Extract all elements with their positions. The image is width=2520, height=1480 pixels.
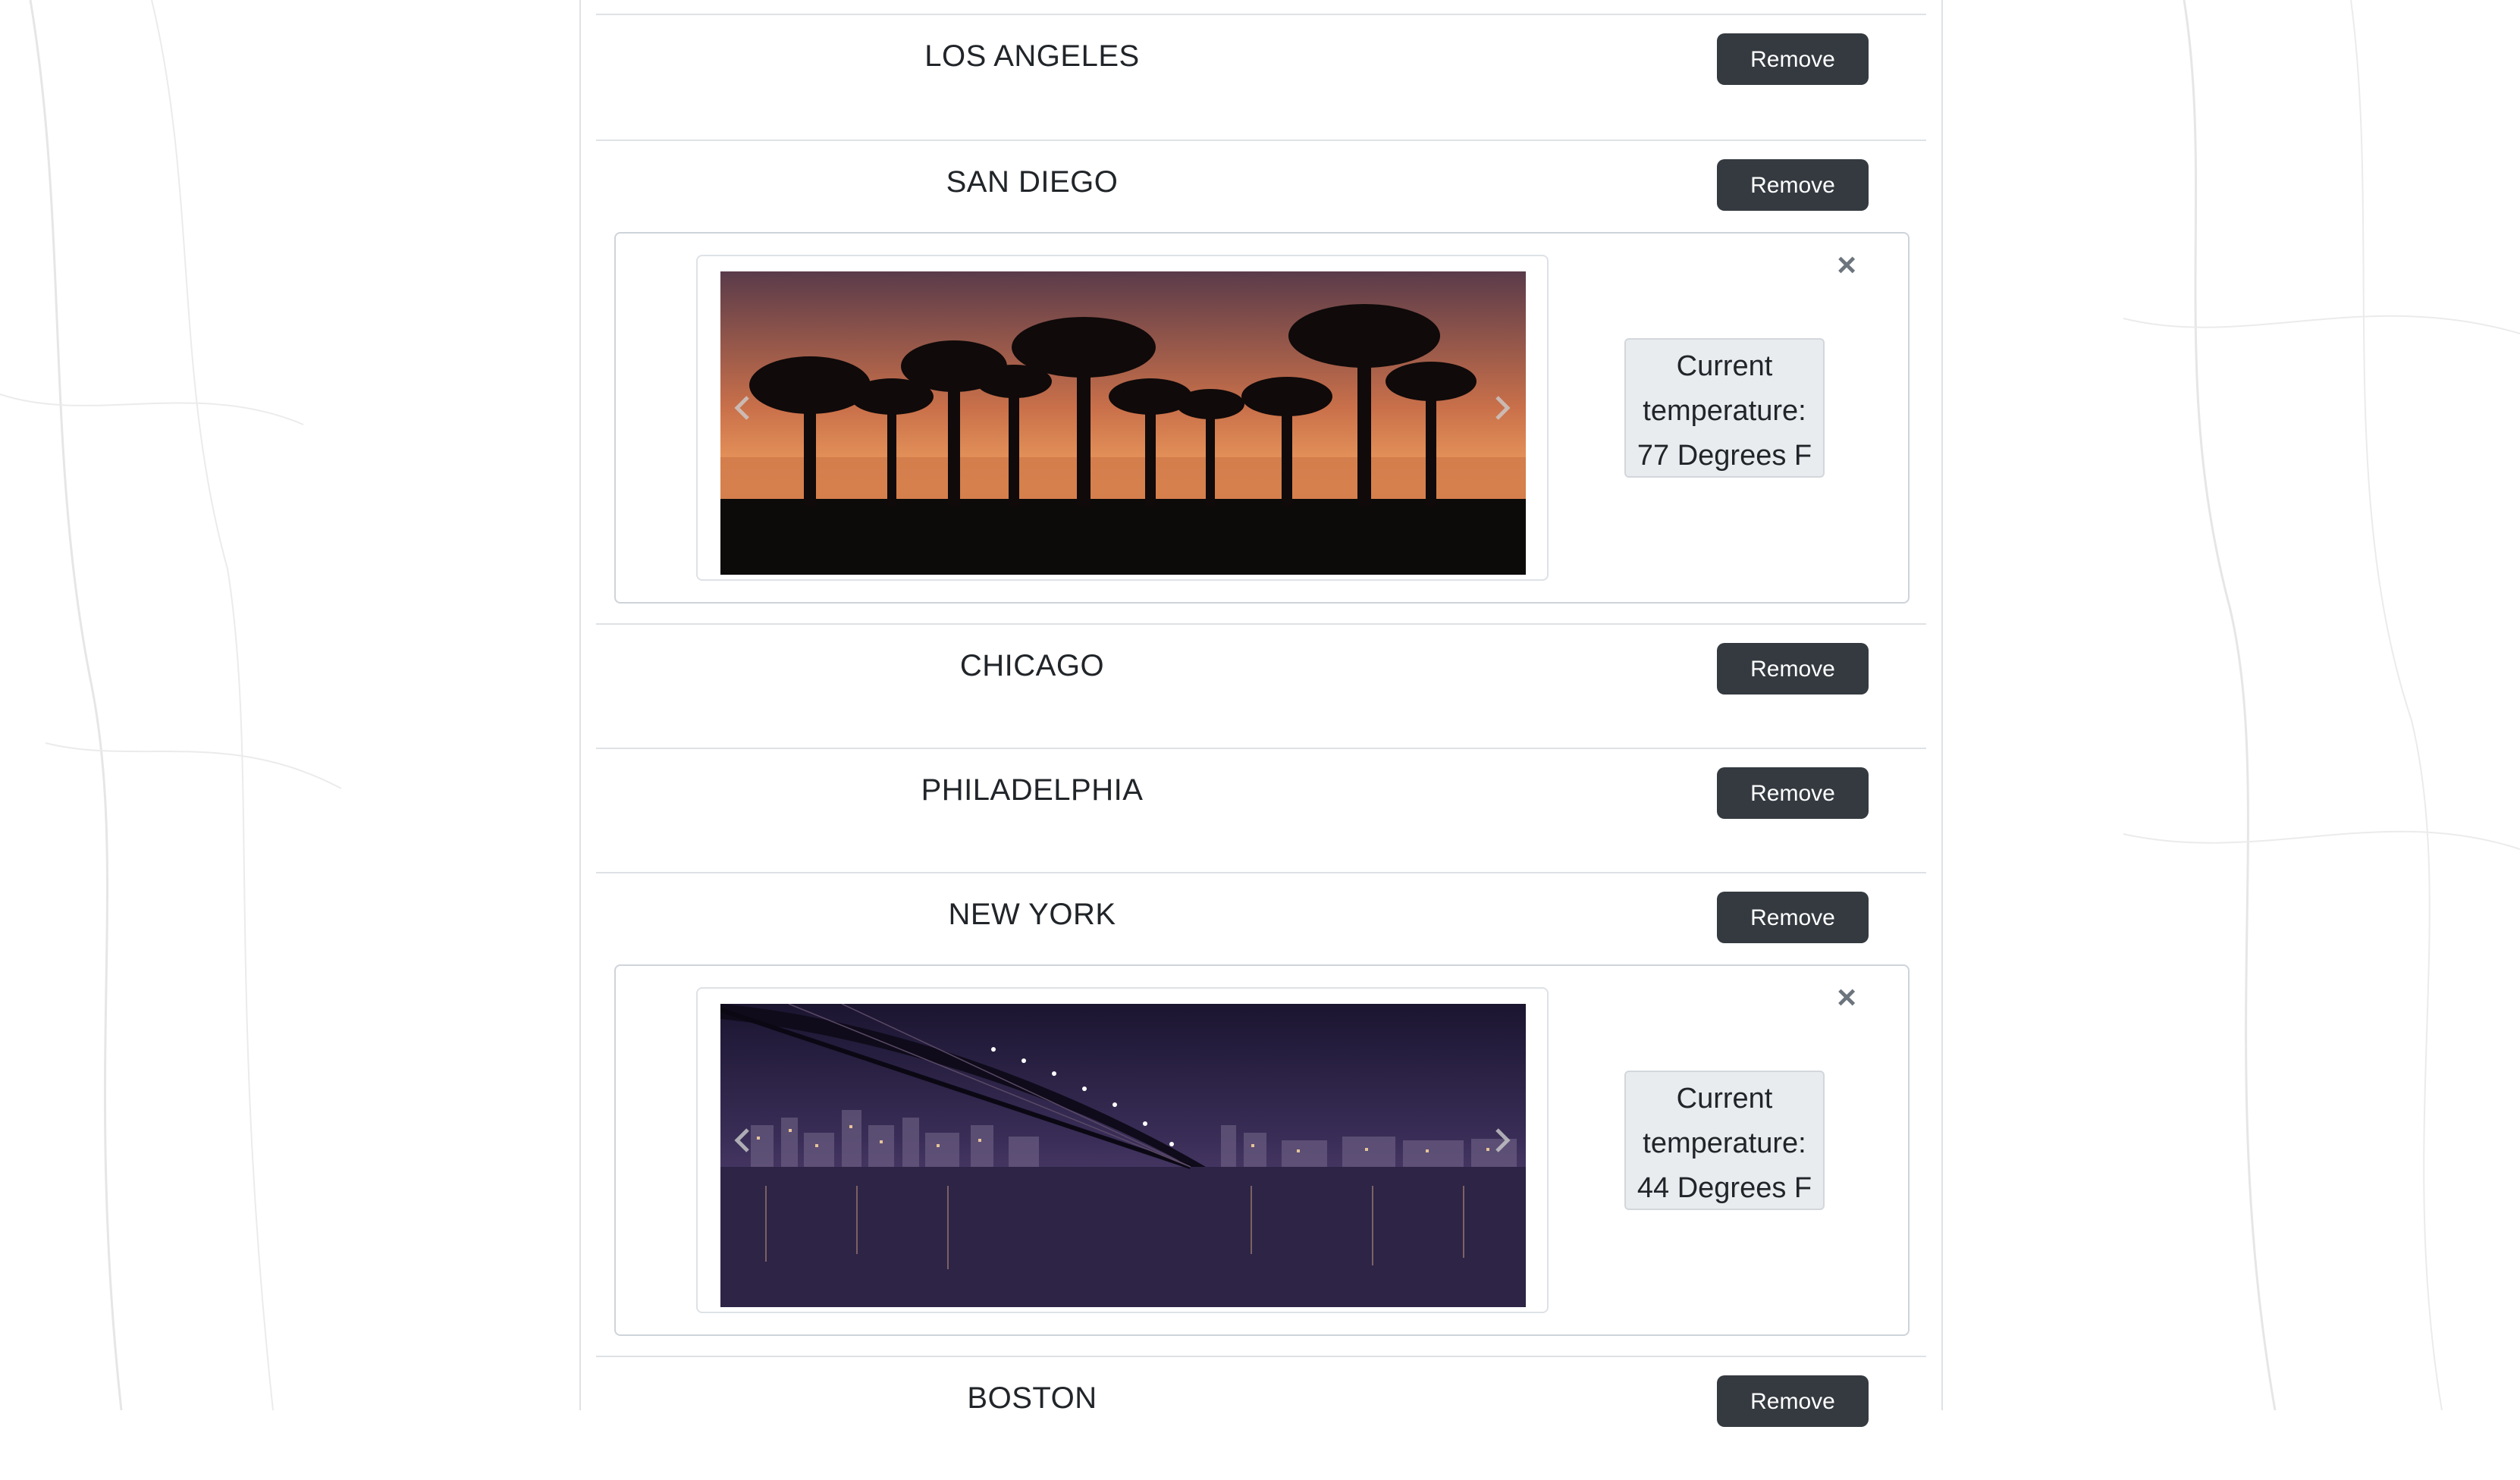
city-name: PHILADELPHIA	[921, 773, 1144, 807]
remove-button[interactable]: Remove	[1717, 892, 1869, 943]
temperature-value: 44 Degrees F	[1637, 1172, 1812, 1204]
background-map-left	[0, 0, 342, 1410]
close-icon[interactable]: ×	[1837, 981, 1856, 1014]
chevron-left-icon[interactable]	[728, 393, 758, 423]
city-row-philadelphia: PHILADELPHIA Remove	[596, 748, 1926, 872]
temperature-box: Current temperature: 44 Degrees F	[1624, 1071, 1825, 1210]
temperature-box: Current temperature: 77 Degrees F	[1624, 338, 1825, 478]
city-name: SAN DIEGO	[946, 165, 1119, 199]
city-row-boston: BOSTON Remove	[596, 1356, 1926, 1480]
chevron-left-icon[interactable]	[728, 1125, 758, 1155]
temperature-line: Current	[1676, 1083, 1773, 1115]
remove-button[interactable]: Remove	[1717, 767, 1869, 819]
city-name: BOSTON	[967, 1381, 1097, 1415]
temperature-line: Current	[1676, 350, 1773, 382]
city-row-chicago: CHICAGO Remove	[596, 623, 1926, 748]
image-carousel	[696, 987, 1549, 1313]
cities-panel: LOS ANGELES Remove SAN DIEGO Remove × Cu…	[579, 0, 1943, 1427]
city-detail-card: ×	[614, 964, 1910, 1336]
image-carousel	[696, 255, 1549, 581]
city-detail-card: ×	[614, 232, 1910, 604]
remove-button[interactable]: Remove	[1717, 1375, 1869, 1427]
background-map-right	[2123, 0, 2520, 1410]
city-row-los-angeles: LOS ANGELES Remove	[596, 15, 1926, 140]
temperature-value: 77 Degrees F	[1637, 440, 1812, 472]
city-name: NEW YORK	[948, 898, 1116, 931]
temperature-line: temperature:	[1643, 395, 1806, 427]
remove-button[interactable]: Remove	[1717, 159, 1869, 211]
palm-sunset-photo	[720, 271, 1526, 575]
remove-button[interactable]: Remove	[1717, 33, 1869, 85]
remove-button[interactable]: Remove	[1717, 643, 1869, 695]
close-icon[interactable]: ×	[1837, 249, 1856, 282]
city-name: LOS ANGELES	[924, 39, 1140, 73]
chevron-right-icon[interactable]	[1486, 1125, 1517, 1155]
chevron-right-icon[interactable]	[1486, 393, 1517, 423]
city-name: CHICAGO	[959, 649, 1105, 682]
bridge-skyline-night-photo	[720, 1004, 1526, 1307]
temperature-line: temperature:	[1643, 1127, 1806, 1159]
